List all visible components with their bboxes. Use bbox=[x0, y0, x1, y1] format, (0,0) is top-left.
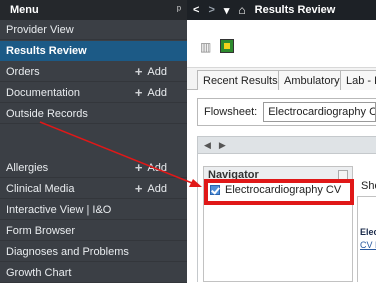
menu-item-diagnoses-problems[interactable]: Diagnoses and Problems bbox=[0, 242, 187, 262]
forward-button[interactable]: > bbox=[208, 4, 214, 16]
pin-icon[interactable]: ᵖ bbox=[177, 4, 181, 16]
menu-item-results-review[interactable]: Results Review bbox=[0, 41, 187, 61]
menu-header: Menu ᵖ bbox=[0, 0, 187, 20]
highlight-box bbox=[204, 179, 354, 205]
plus-icon: + bbox=[134, 181, 143, 196]
orders-add-button[interactable]: + Add bbox=[135, 65, 167, 78]
menu-item-provider-view[interactable]: Provider View bbox=[0, 20, 187, 40]
menu-item-outside-records[interactable]: Outside Records bbox=[0, 104, 187, 124]
back-button[interactable]: < bbox=[193, 4, 199, 16]
result-heading: Elec bbox=[360, 227, 376, 237]
tab-ambulatory[interactable]: Ambulatory bbox=[278, 70, 346, 90]
plus-icon: + bbox=[134, 85, 143, 100]
clinical-media-add-button[interactable]: + Add bbox=[135, 182, 167, 195]
menu-item-clinical-media[interactable]: Clinical Media + Add bbox=[0, 179, 187, 199]
plus-icon: + bbox=[134, 64, 143, 79]
prev-icon[interactable]: ◀ bbox=[204, 140, 211, 151]
menu-item-growth-chart[interactable]: Growth Chart bbox=[0, 263, 187, 283]
documentation-add-button[interactable]: + Add bbox=[135, 86, 167, 99]
toolbar bbox=[187, 20, 376, 68]
flowsheet-row: Flowsheet: Electrocardiography CV bbox=[197, 98, 376, 126]
menu-title: Menu bbox=[10, 4, 39, 16]
results-tabs: Recent Results Ambulatory Lab - R bbox=[187, 68, 376, 90]
title-bar: < > ▾ ⌂ Results Review bbox=[187, 0, 376, 20]
pager-bar: ◀ ▶ bbox=[197, 136, 376, 154]
home-icon[interactable]: ⌂ bbox=[238, 3, 245, 17]
menu-item-interactive-view[interactable]: Interactive View | I&O bbox=[0, 200, 187, 220]
show-label: Sho bbox=[361, 180, 376, 192]
page-title: Results Review bbox=[254, 4, 336, 16]
next-icon[interactable]: ▶ bbox=[219, 140, 226, 151]
document-icon[interactable] bbox=[220, 39, 234, 53]
flowsheet-label: Flowsheet: bbox=[204, 106, 258, 118]
allergies-add-button[interactable]: + Add bbox=[135, 161, 167, 174]
side-menu: Menu ᵖ Provider View Results Review Orde… bbox=[0, 0, 187, 283]
tab-lab[interactable]: Lab - R bbox=[340, 70, 376, 90]
bar-chart-icon[interactable]: ▥ bbox=[200, 40, 212, 54]
menu-item-allergies[interactable]: Allergies + Add bbox=[0, 158, 187, 178]
history-dropdown-icon[interactable]: ▾ bbox=[224, 4, 230, 17]
result-link[interactable]: CV E bbox=[360, 240, 376, 250]
menu-item-form-browser[interactable]: Form Browser bbox=[0, 221, 187, 241]
results-panel bbox=[357, 196, 376, 282]
menu-item-documentation[interactable]: Documentation + Add bbox=[0, 83, 187, 103]
plus-icon: + bbox=[134, 160, 143, 175]
menu-item-orders[interactable]: Orders + Add bbox=[0, 62, 187, 82]
tab-recent-results[interactable]: Recent Results bbox=[197, 70, 284, 90]
flowsheet-select[interactable]: Electrocardiography CV bbox=[263, 102, 376, 122]
menu-spacer bbox=[0, 125, 187, 158]
